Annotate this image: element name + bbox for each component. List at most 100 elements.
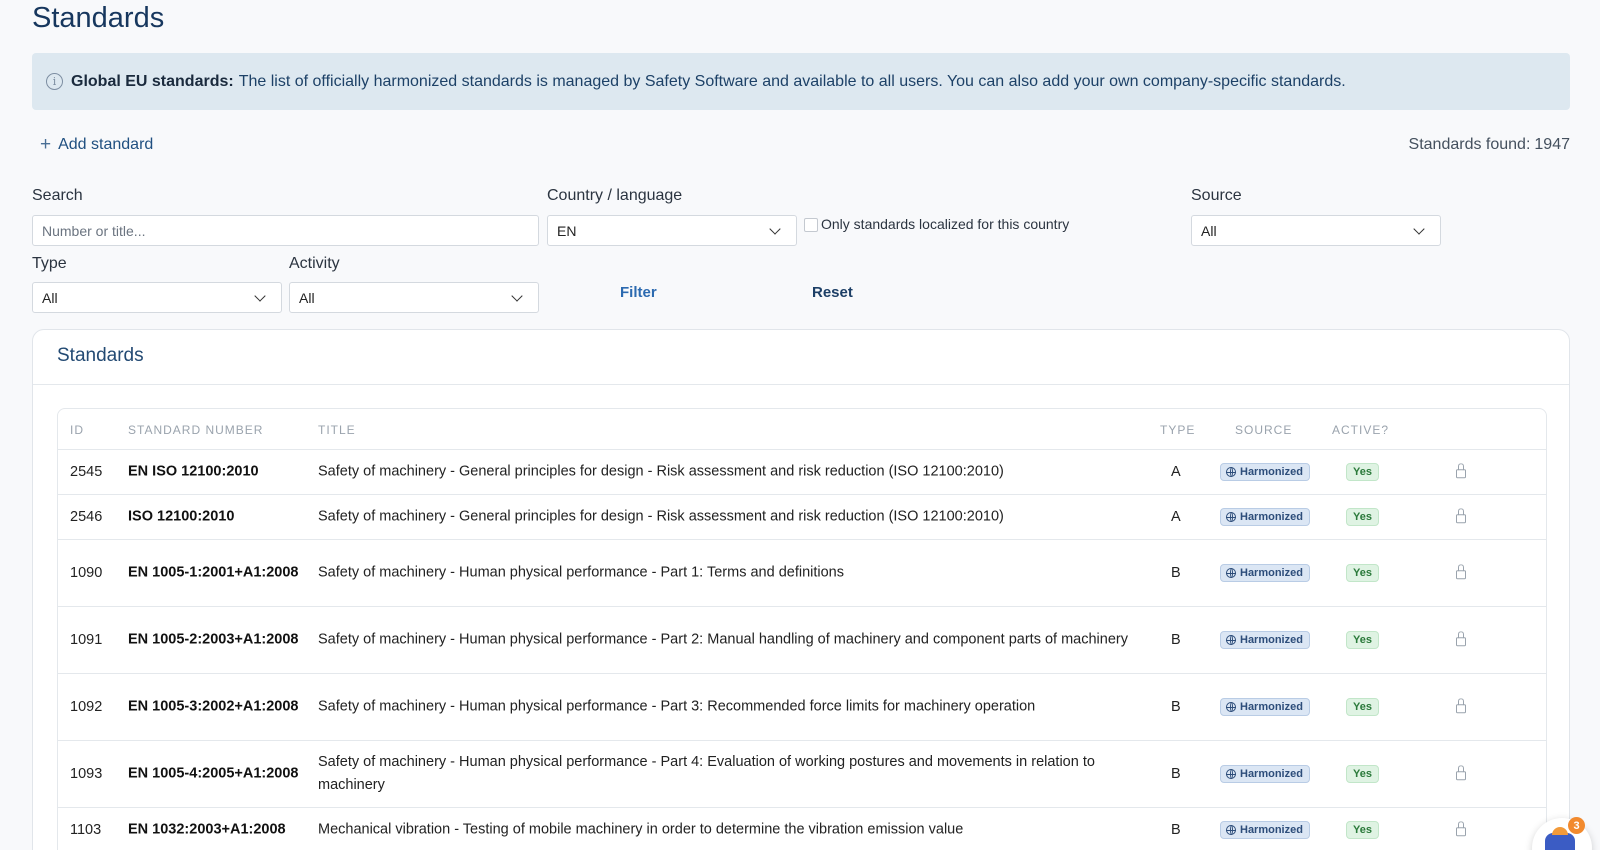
- table-header: ID Standard Number Title Type Source Act…: [58, 409, 1546, 450]
- row-title: Safety of machinery - Human physical per…: [318, 698, 1036, 715]
- row-title: Safety of machinery - Human physical per…: [318, 754, 1095, 793]
- table-row[interactable]: 2545 EN ISO 12100:2010 Safety of machinery…: [58, 450, 1546, 495]
- header-id[interactable]: ID: [70, 423, 84, 437]
- source-badge: Harmonized: [1220, 821, 1310, 839]
- row-standard-number[interactable]: EN 1005-2:2003+A1:2008: [128, 629, 308, 652]
- activity-label: Activity: [289, 255, 340, 272]
- plus-icon: +: [40, 134, 52, 155]
- chatbot-icon: [1545, 827, 1575, 850]
- globe-icon: [1226, 825, 1236, 835]
- source-label: Source: [1191, 187, 1242, 204]
- table-row[interactable]: 1090 EN 1005-1:2001+A1:2008 Safety of mach…: [58, 540, 1546, 607]
- row-id: 1091: [70, 632, 103, 648]
- row-title: Mechanical vibration - Testing of mobile…: [318, 821, 964, 838]
- localized-only-checkbox[interactable]: [804, 218, 818, 232]
- row-standard-number[interactable]: EN 1005-1:2001+A1:2008: [128, 562, 308, 585]
- row-standard-number[interactable]: ISO 12100:2010: [128, 506, 308, 529]
- table-row[interactable]: 1103 EN 1032:2003+A1:2008 Mechanical vibra…: [58, 808, 1546, 850]
- lock-icon[interactable]: [1456, 463, 1466, 479]
- activity-value: All: [299, 289, 315, 306]
- row-type: A: [1171, 509, 1181, 525]
- reset-button[interactable]: Reset: [812, 284, 853, 301]
- source-badge: Harmonized: [1220, 564, 1310, 582]
- type-label: Type: [32, 255, 67, 272]
- chevron-down-icon: [511, 289, 523, 302]
- globe-icon: [1226, 467, 1236, 477]
- header-title[interactable]: Title: [318, 423, 356, 437]
- active-badge: Yes: [1346, 508, 1379, 526]
- header-active[interactable]: Active?: [1332, 423, 1389, 437]
- row-title: Safety of machinery - Human physical per…: [318, 564, 844, 581]
- active-badge: Yes: [1346, 821, 1379, 839]
- country-language-select[interactable]: EN: [547, 215, 797, 246]
- lock-icon[interactable]: [1456, 698, 1466, 714]
- source-badge-label: Harmonized: [1240, 511, 1303, 523]
- lock-icon[interactable]: [1456, 765, 1466, 781]
- header-standard-number[interactable]: Standard Number: [128, 423, 263, 437]
- standards-card: Standards ID Standard Number Title Type …: [32, 329, 1570, 850]
- table-row[interactable]: 2546 ISO 12100:2010 Safety of machinery - …: [58, 495, 1546, 540]
- row-type: B: [1171, 766, 1181, 782]
- banner-bold-text: Global EU standards:: [71, 72, 234, 90]
- type-select[interactable]: All: [32, 282, 282, 313]
- lock-icon[interactable]: [1456, 631, 1466, 647]
- chevron-down-icon: [769, 222, 781, 235]
- row-title: Safety of machinery - Human physical per…: [318, 631, 1128, 648]
- page-title: Standards: [32, 2, 165, 34]
- source-badge: Harmonized: [1220, 463, 1310, 481]
- chevron-down-icon: [254, 289, 266, 302]
- row-type: B: [1171, 565, 1181, 581]
- globe-icon: [1226, 568, 1236, 578]
- search-input[interactable]: [32, 215, 539, 246]
- active-badge: Yes: [1346, 765, 1379, 783]
- info-icon: i: [46, 73, 63, 90]
- header-type[interactable]: Type: [1160, 423, 1195, 437]
- active-badge: Yes: [1346, 698, 1379, 716]
- source-select[interactable]: All: [1191, 215, 1441, 246]
- banner-text: The list of officially harmonized standa…: [238, 72, 1346, 90]
- type-value: All: [42, 289, 58, 306]
- add-standard-button[interactable]: + Add standard: [40, 135, 153, 154]
- active-badge: Yes: [1346, 631, 1379, 649]
- localized-only-checkbox-row[interactable]: Only standards localized for this countr…: [804, 215, 1069, 232]
- source-badge-label: Harmonized: [1240, 768, 1303, 780]
- header-source[interactable]: Source: [1235, 423, 1292, 437]
- row-standard-number[interactable]: EN 1032:2003+A1:2008: [128, 819, 308, 842]
- row-standard-number[interactable]: EN ISO 12100:2010: [128, 461, 308, 484]
- table-row[interactable]: 1093 EN 1005-4:2005+A1:2008 Safety of mach…: [58, 741, 1546, 808]
- filter-button[interactable]: Filter: [620, 284, 657, 301]
- country-language-label: Country / language: [547, 187, 683, 204]
- table-row[interactable]: 1091 EN 1005-2:2003+A1:2008 Safety of mach…: [58, 607, 1546, 674]
- row-standard-number[interactable]: EN 1005-3:2002+A1:2008: [128, 696, 308, 719]
- source-badge-label: Harmonized: [1240, 567, 1303, 579]
- localized-only-label: Only standards localized for this countr…: [821, 215, 1070, 232]
- row-id: 2545: [70, 464, 103, 480]
- card-title: Standards: [57, 345, 144, 366]
- source-badge-label: Harmonized: [1240, 634, 1303, 646]
- row-id: 2546: [70, 509, 103, 525]
- row-standard-number[interactable]: EN 1005-4:2005+A1:2008: [128, 763, 308, 786]
- source-badge: Harmonized: [1220, 765, 1310, 783]
- activity-select[interactable]: All: [289, 282, 539, 313]
- source-badge-label: Harmonized: [1240, 824, 1303, 836]
- add-standard-label: Add standard: [58, 135, 154, 153]
- source-badge-label: Harmonized: [1240, 701, 1303, 713]
- row-type: B: [1171, 822, 1181, 838]
- source-badge: Harmonized: [1220, 631, 1310, 649]
- lock-icon[interactable]: [1456, 508, 1466, 524]
- source-value: All: [1201, 222, 1217, 239]
- country-language-value: EN: [557, 222, 577, 239]
- globe-icon: [1226, 635, 1236, 645]
- standards-table: ID Standard Number Title Type Source Act…: [57, 408, 1547, 850]
- row-title: Safety of machinery - General principles…: [318, 508, 1004, 525]
- lock-icon[interactable]: [1456, 564, 1466, 580]
- row-id: 1090: [70, 565, 103, 581]
- row-type: B: [1171, 699, 1181, 715]
- lock-icon[interactable]: [1456, 821, 1466, 837]
- chevron-down-icon: [1413, 222, 1425, 235]
- source-badge-label: Harmonized: [1240, 466, 1303, 478]
- source-badge: Harmonized: [1220, 698, 1310, 716]
- active-badge: Yes: [1346, 463, 1379, 481]
- globe-icon: [1226, 512, 1236, 522]
- table-row[interactable]: 1092 EN 1005-3:2002+A1:2008 Safety of mach…: [58, 674, 1546, 741]
